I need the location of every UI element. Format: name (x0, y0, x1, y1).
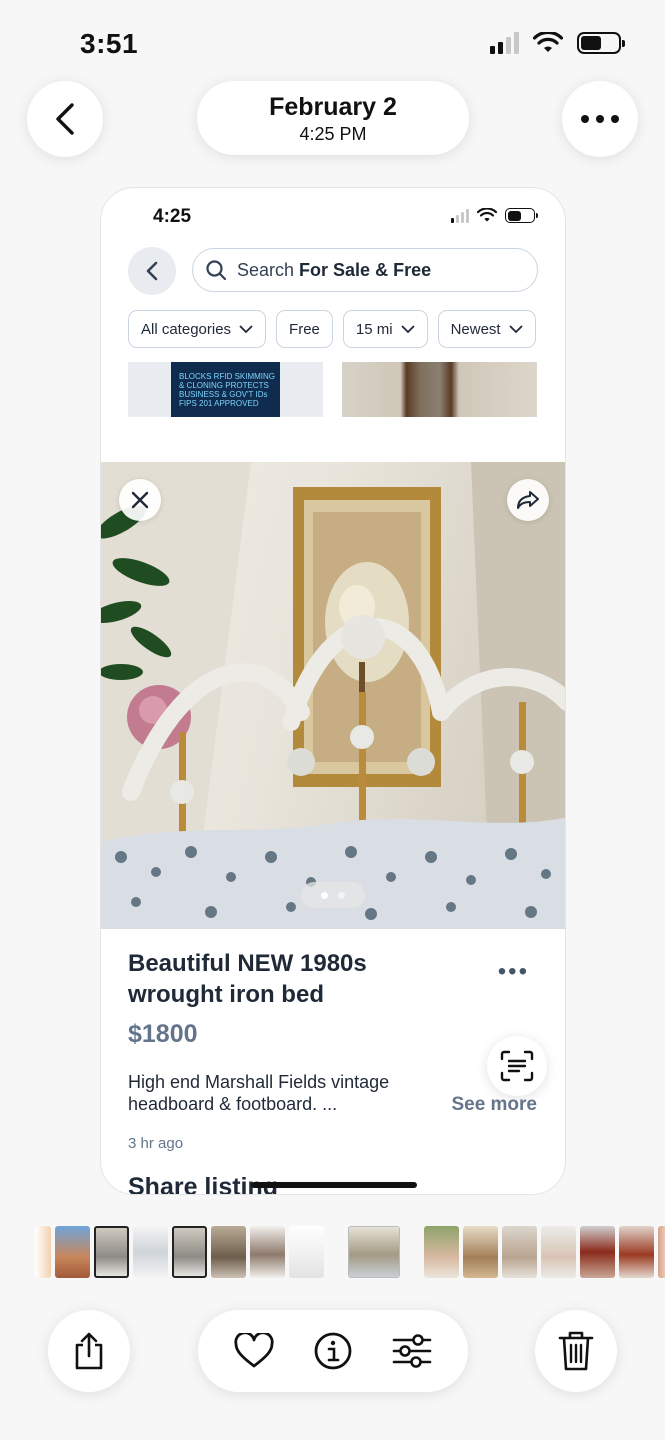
listing-photo (101, 462, 565, 929)
filmstrip-thumbnail[interactable] (502, 1226, 537, 1278)
listing-thumbnail: BLOCKS RFID SKIMMING & CLONING PROTECTS … (128, 362, 323, 417)
screenshot-photo[interactable]: 4:25 Search For Sale & Free All categori… (100, 187, 566, 1195)
chevron-down-icon (239, 325, 253, 333)
listing-price: $1800 (128, 1020, 198, 1048)
bed-photo-illustration (101, 462, 565, 929)
inner-status-time: 4:25 (153, 206, 192, 227)
filter-chip-sort: Newest (437, 310, 536, 348)
search-placeholder: Search For Sale & Free (237, 259, 432, 280)
wifi-icon (477, 208, 497, 222)
chevron-left-icon (146, 261, 158, 281)
filmstrip-thumbnail[interactable] (172, 1226, 207, 1278)
share-listing-button (507, 479, 549, 521)
filmstrip-thumbnail[interactable] (463, 1226, 498, 1278)
chevron-down-icon (509, 325, 523, 333)
photo-date: February 2 (269, 93, 397, 121)
battery-icon (505, 208, 538, 223)
adjust-button[interactable] (384, 1323, 440, 1379)
sliders-icon (393, 1334, 432, 1368)
filter-chip-free: Free (276, 310, 333, 348)
pager-dot-active (321, 891, 328, 899)
share-icon (75, 1332, 103, 1370)
text-scan-icon (500, 1050, 534, 1082)
filmstrip-thumbnail[interactable] (94, 1226, 129, 1278)
listing-thumbnail (342, 362, 537, 417)
inner-search-field: Search For Sale & Free (192, 248, 538, 292)
filter-chips: All categories Free 15 mi Newest (128, 310, 536, 348)
rfid-card-image: BLOCKS RFID SKIMMING & CLONING PROTECTS … (171, 362, 280, 417)
trash-icon (558, 1331, 594, 1371)
filmstrip-thumbnail[interactable] (35, 1226, 51, 1278)
listing-description: High end Marshall Fields vintage headboa… (128, 1072, 390, 1114)
favorite-button[interactable] (226, 1323, 282, 1379)
listing-thumbnails: BLOCKS RFID SKIMMING & CLONING PROTECTS … (128, 362, 538, 417)
info-button[interactable] (305, 1323, 361, 1379)
filmstrip-thumbnail[interactable] (289, 1226, 324, 1278)
photo-time: 4:25 PM (299, 124, 367, 144)
listing-title: Beautiful NEW 1980s wrought iron bed (128, 950, 367, 1008)
more-options-button[interactable] (562, 81, 638, 157)
filmstrip-thumbnail[interactable] (55, 1226, 90, 1278)
inner-status-bar (451, 208, 538, 223)
battery-icon (577, 32, 625, 54)
home-indicator (251, 1182, 417, 1188)
filmstrip-thumbnail[interactable] (133, 1226, 168, 1278)
os-status-bar (490, 32, 625, 54)
ellipsis-icon (581, 115, 619, 123)
filmstrip-thumbnail[interactable] (658, 1226, 665, 1278)
see-more-link: See more (451, 1094, 537, 1115)
cellular-signal-icon (490, 32, 519, 54)
filmstrip-thumbnail-current[interactable] (348, 1226, 400, 1278)
filmstrip-thumbnail[interactable] (250, 1226, 285, 1278)
chevron-down-icon (401, 325, 414, 333)
search-icon (206, 260, 227, 281)
pager-dot (338, 891, 345, 899)
photo-filmstrip[interactable] (35, 1226, 665, 1278)
live-text-button[interactable] (487, 1036, 547, 1096)
back-button[interactable] (27, 81, 103, 157)
delete-button[interactable] (535, 1310, 617, 1392)
photo-actions-bar (198, 1310, 468, 1392)
filmstrip-thumbnail[interactable] (211, 1226, 246, 1278)
close-icon (131, 491, 149, 509)
close-listing-button (119, 479, 161, 521)
cellular-signal-icon (451, 208, 469, 223)
filter-chip-distance: 15 mi (342, 310, 428, 348)
filmstrip-thumbnail[interactable] (619, 1226, 654, 1278)
chevron-left-icon (56, 103, 74, 135)
filter-chip-category: All categories (128, 310, 267, 348)
image-pager-dots (301, 882, 365, 908)
wifi-icon (533, 32, 563, 52)
filmstrip-thumbnail[interactable] (580, 1226, 615, 1278)
heart-icon (234, 1333, 274, 1368)
filmstrip-thumbnail[interactable] (424, 1226, 459, 1278)
photo-date-pill[interactable]: February 2 4:25 PM (197, 81, 469, 155)
forward-arrow-icon (517, 491, 539, 509)
share-button[interactable] (48, 1310, 130, 1392)
os-time: 3:51 (80, 28, 139, 59)
inner-back-button (128, 247, 176, 295)
listing-more-icon: ••• (497, 958, 529, 985)
filmstrip-thumbnail[interactable] (541, 1226, 576, 1278)
listing-posted-time: 3 hr ago (128, 1135, 184, 1152)
info-icon (314, 1332, 352, 1370)
